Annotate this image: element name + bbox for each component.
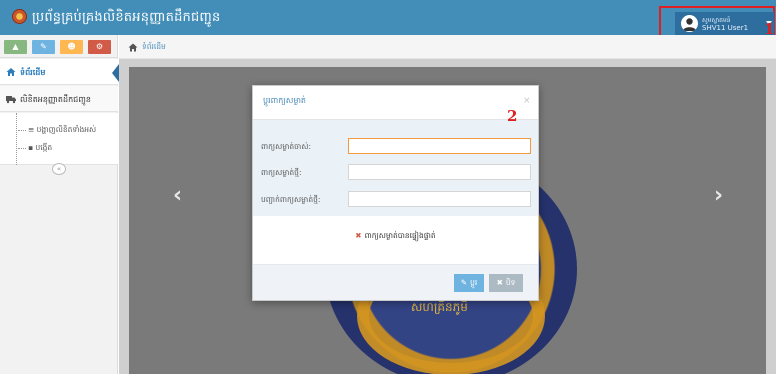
validation-message: ✖ ពាក្យសម្ងាត់បានផ្ទៀងផ្ទាត់ bbox=[253, 231, 538, 242]
save-button-label: ប្ដូរ bbox=[470, 278, 478, 287]
close-icon[interactable]: × bbox=[523, 96, 531, 106]
form-row-old-password: ពាក្យសម្ងាត់ចាស់: bbox=[253, 138, 538, 156]
pencil-icon: ✎ bbox=[40, 42, 47, 51]
sidebar-subitem-label: បង្ហាញលិខិតទាំងអស់ bbox=[36, 125, 97, 134]
users-icon: ☻ bbox=[67, 42, 76, 51]
modal-footer: ✎ ប្ដូរ ✖ បិទ bbox=[253, 264, 538, 300]
modal-header: ប្ដូរពាក្យសម្ងាត់ × bbox=[253, 86, 538, 120]
breadcrumb-home-link[interactable]: ទំព័រដើម bbox=[142, 42, 166, 53]
shortcut-users-button[interactable]: ☻ bbox=[60, 40, 83, 54]
password-form: ពាក្យសម្ងាត់ចាស់: ពាក្យសម្ងាត់ថ្មី: បញ្ជ… bbox=[253, 120, 538, 216]
sidebar-item-home[interactable]: ទំព័រដើម bbox=[0, 59, 118, 85]
chart-icon: ▲ bbox=[12, 42, 19, 51]
confirm-password-field[interactable] bbox=[348, 191, 531, 207]
list-icon: ≡ bbox=[28, 125, 37, 134]
shortcut-cogs-button[interactable]: ⚙ bbox=[88, 40, 111, 54]
emblem-text: សហគ្រិនភូមិ bbox=[411, 300, 468, 314]
app-logo-icon bbox=[12, 9, 27, 24]
breadcrumb: ទំព័រដើម bbox=[119, 35, 776, 59]
user-name: SHV11 User1 bbox=[702, 24, 749, 32]
cogs-icon: ⚙ bbox=[95, 42, 104, 51]
close-icon: ✖ bbox=[496, 278, 503, 287]
shortcut-pencil-button[interactable]: ✎ bbox=[32, 40, 55, 54]
user-icon bbox=[683, 18, 696, 31]
old-password-field[interactable] bbox=[348, 138, 531, 154]
app-title[interactable]: ប្រព័ន្ធគ្រប់គ្រងលិខិតអនុញ្ញាតដឹកជញ្ជូន bbox=[32, 9, 220, 28]
tree-branch bbox=[18, 130, 26, 131]
carousel-next-button[interactable]: › bbox=[714, 183, 723, 208]
modal-title: ប្ដូរពាក្យសម្ងាត់ bbox=[263, 96, 307, 105]
new-password-field[interactable] bbox=[348, 164, 531, 180]
sidebar-subitem-list-all[interactable]: ≡ បង្ហាញលិខិតទាំងអស់ bbox=[18, 125, 97, 136]
sidebar-item-transport-permit[interactable]: លិខិតអនុញ្ញាតដឹកជញ្ជូន bbox=[0, 86, 118, 112]
new-password-label: ពាក្យសម្ងាត់ថ្មី: bbox=[261, 168, 302, 177]
sidebar-shortcuts: ▲ ✎ ☻ ⚙ bbox=[0, 35, 118, 58]
sidebar-collapse-button[interactable]: « bbox=[52, 163, 66, 175]
sidebar-subitem-label: បង្កើត bbox=[35, 143, 53, 152]
sidebar: ▲ ✎ ☻ ⚙ ទំព័រដើម លិខិតអនុញ្ញាតដឹកជញ្ជូន … bbox=[0, 35, 119, 374]
active-indicator bbox=[112, 64, 119, 82]
shortcut-chart-button[interactable]: ▲ bbox=[4, 40, 27, 54]
form-row-new-password: ពាក្យសម្ងាត់ថ្មី: bbox=[253, 164, 538, 182]
edit-icon: ✎ bbox=[460, 278, 468, 287]
carousel-prev-button[interactable]: ‹ bbox=[173, 183, 182, 208]
truck-icon bbox=[6, 96, 16, 104]
sidebar-submenu: ≡ បង្ហាញលិខិតទាំងអស់ ▪ បង្កើត bbox=[0, 113, 118, 165]
cancel-button-label: បិទ bbox=[505, 278, 516, 287]
confirm-password-label: បញ្ជាក់ពាក្យសម្ងាត់ថ្មី: bbox=[261, 195, 321, 204]
sidebar-item-label: ទំព័រដើម bbox=[20, 68, 46, 77]
submenu-tree-line bbox=[16, 113, 17, 165]
home-icon bbox=[6, 68, 16, 76]
tree-branch bbox=[18, 148, 26, 149]
form-row-confirm-password: បញ្ជាក់ពាក្យសម្ងាត់ថ្មី: bbox=[253, 191, 538, 209]
annotation-marker-2: 2 bbox=[507, 107, 518, 125]
error-x-icon: ✖ bbox=[355, 231, 362, 240]
sidebar-item-label: លិខិតអនុញ្ញាតដឹកជញ្ជូន bbox=[20, 95, 91, 104]
save-button[interactable]: ✎ ប្ដូរ bbox=[454, 274, 484, 292]
avatar bbox=[681, 15, 698, 32]
validation-text: ពាក្យសម្ងាត់បានផ្ទៀងផ្ទាត់ bbox=[364, 231, 436, 240]
sidebar-subitem-create[interactable]: ▪ បង្កើត bbox=[18, 143, 53, 154]
user-menu-button[interactable]: សូមស្វាគមន៍ SHV11 User1 bbox=[675, 12, 774, 36]
cancel-button[interactable]: ✖ បិទ bbox=[489, 274, 523, 292]
old-password-label: ពាក្យសម្ងាត់ចាស់: bbox=[261, 142, 311, 151]
change-password-modal: ប្ដូរពាក្យសម្ងាត់ × ពាក្យសម្ងាត់ចាស់: ពា… bbox=[252, 85, 539, 301]
home-icon bbox=[128, 43, 138, 52]
